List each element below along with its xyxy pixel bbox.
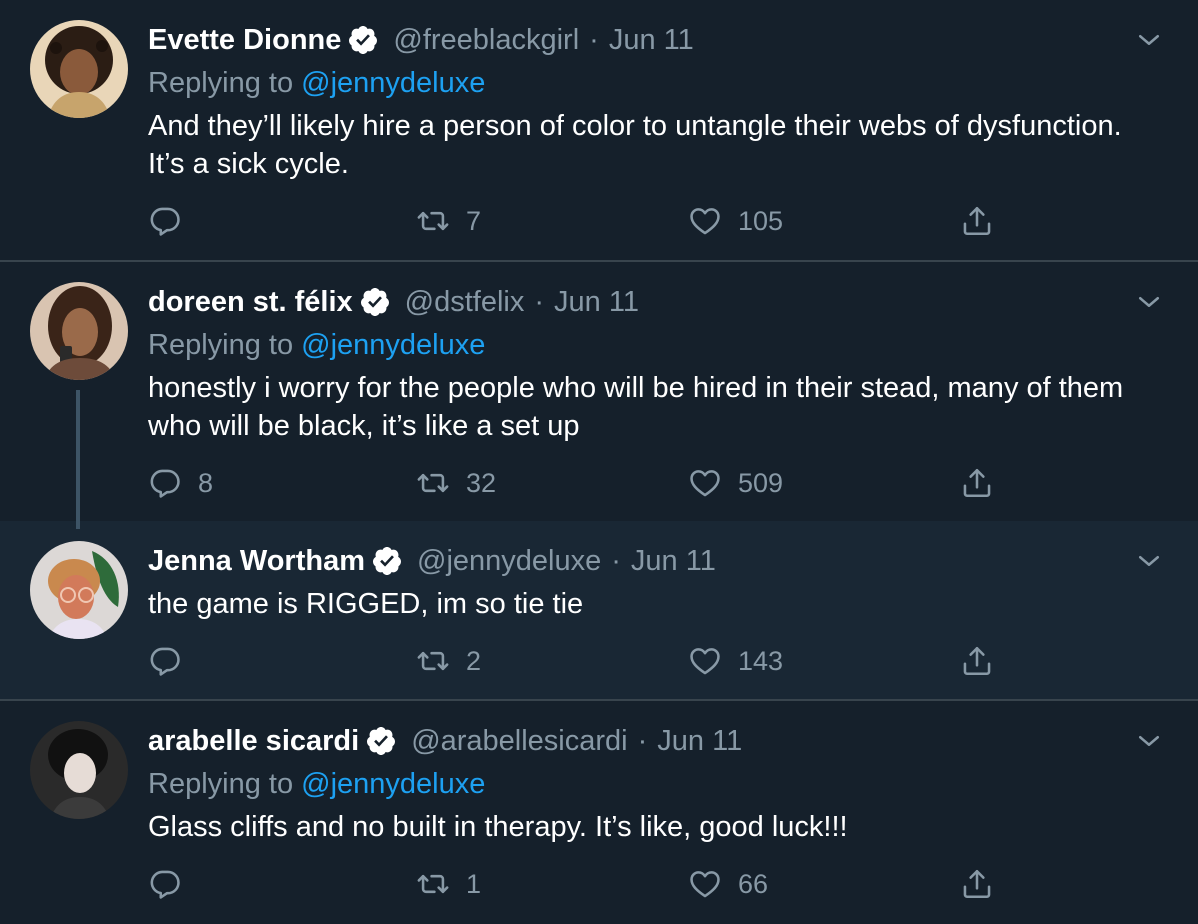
like-count: 509 (738, 467, 784, 498)
tweet-actions: 8 32 509 (148, 463, 1008, 503)
reply-icon (148, 466, 182, 500)
author-name[interactable]: doreen st. félix (148, 282, 353, 322)
tweet-date[interactable]: Jun 11 (554, 282, 639, 322)
mention-link[interactable]: @jennydeluxe (301, 329, 485, 361)
like-button[interactable]: 105 (688, 201, 783, 241)
avatar[interactable] (30, 721, 128, 819)
separator: · (534, 286, 545, 318)
share-button[interactable] (960, 201, 994, 241)
reply-button[interactable] (148, 201, 198, 241)
retweet-icon (416, 644, 450, 678)
share-icon (960, 466, 994, 500)
mention-link[interactable]: @jennydeluxe (301, 768, 485, 800)
avatar[interactable] (30, 541, 128, 639)
verified-badge-icon (359, 286, 391, 318)
author-handle[interactable]: @jennydeluxe (417, 541, 601, 581)
share-button[interactable] (960, 641, 994, 681)
tweet-text: Glass cliffs and no built in therapy. It… (148, 811, 848, 843)
replying-to: Replying to @jennydeluxe (148, 325, 485, 365)
share-icon (960, 644, 994, 678)
tweet-header: arabelle sicardi @arabellesicardi · Jun … (148, 721, 742, 761)
retweet-count: 32 (466, 467, 497, 498)
tweet[interactable]: Evette Dionne @freeblackgirl · Jun 11 Re… (0, 0, 1198, 260)
retweet-button[interactable]: 32 (416, 463, 496, 503)
author-handle[interactable]: @dstfelix (405, 282, 525, 322)
retweet-button[interactable]: 1 (416, 864, 481, 904)
tweet-text: And they’ll likely hire a person of colo… (148, 110, 1122, 180)
author-name[interactable]: Evette Dionne (148, 20, 341, 60)
like-count: 66 (738, 868, 769, 899)
tweet-actions: 1 66 (148, 864, 1008, 904)
replying-to-label: Replying to (148, 67, 294, 99)
tweet[interactable]: doreen st. félix @dstfelix · Jun 11 Repl… (0, 262, 1198, 521)
separator: · (611, 545, 621, 577)
retweet-count: 7 (466, 205, 482, 236)
tweet-date[interactable]: Jun 11 (657, 721, 742, 761)
verified-badge-icon (371, 545, 403, 577)
avatar[interactable] (30, 20, 128, 118)
tweet[interactable]: arabelle sicardi @arabellesicardi · Jun … (0, 701, 1198, 924)
author-handle[interactable]: @freeblackgirl (393, 20, 579, 60)
like-button[interactable]: 509 (688, 463, 783, 503)
replying-to-label: Replying to (148, 329, 294, 361)
avatar[interactable] (30, 282, 128, 380)
retweet-button[interactable]: 7 (416, 201, 481, 241)
share-button[interactable] (960, 864, 994, 904)
author-name[interactable]: arabelle sicardi (148, 721, 359, 761)
like-count: 105 (738, 205, 784, 236)
author-handle[interactable]: @arabellesicardi (411, 721, 627, 761)
tweet-date[interactable]: Jun 11 (609, 20, 694, 60)
tweet-actions: 2 143 (148, 641, 1008, 681)
tweet-text: the game is RIGGED, im so tie tie (148, 588, 584, 620)
separator: · (589, 24, 599, 56)
heart-icon (688, 867, 722, 901)
tweet-date[interactable]: Jun 11 (631, 541, 716, 581)
chevron-down-icon[interactable] (1134, 726, 1164, 756)
tweet-header: Jenna Wortham @jennydeluxe · Jun 11 (148, 541, 716, 581)
like-button[interactable]: 66 (688, 864, 768, 904)
retweet-count: 1 (466, 868, 482, 899)
share-button[interactable] (960, 463, 994, 503)
verified-badge-icon (347, 24, 379, 56)
share-icon (960, 867, 994, 901)
verified-badge-icon (365, 725, 397, 757)
retweet-icon (416, 466, 450, 500)
reply-button[interactable] (148, 641, 198, 681)
retweet-icon (416, 204, 450, 238)
reply-icon (148, 204, 182, 238)
tweet-focused[interactable]: Jenna Wortham @jennydeluxe · Jun 11 the … (0, 521, 1198, 699)
chevron-down-icon[interactable] (1134, 25, 1164, 55)
tweet-header: Evette Dionne @freeblackgirl · Jun 11 (148, 20, 694, 60)
replying-to-label: Replying to (148, 768, 294, 800)
heart-icon (688, 204, 722, 238)
share-icon (960, 204, 994, 238)
tweet-actions: 7 105 (148, 201, 1008, 241)
heart-icon (688, 644, 722, 678)
like-button[interactable]: 143 (688, 641, 783, 681)
heart-icon (688, 466, 722, 500)
reply-icon (148, 867, 182, 901)
reply-button[interactable] (148, 864, 198, 904)
replying-to: Replying to @jennydeluxe (148, 764, 485, 804)
tweet-text: honestly i worry for the people who will… (148, 372, 1124, 442)
retweet-icon (416, 867, 450, 901)
thread-line (76, 390, 80, 521)
like-count: 143 (738, 645, 784, 676)
tweet-header: doreen st. félix @dstfelix · Jun 11 (148, 282, 639, 322)
retweet-button[interactable]: 2 (416, 641, 481, 681)
reply-button[interactable]: 8 (148, 463, 213, 503)
chevron-down-icon[interactable] (1134, 546, 1164, 576)
reply-count: 8 (198, 467, 214, 498)
replying-to: Replying to @jennydeluxe (148, 63, 485, 103)
separator: · (637, 725, 648, 757)
author-name[interactable]: Jenna Wortham (148, 541, 365, 581)
thread-line (76, 521, 80, 529)
retweet-count: 2 (466, 645, 482, 676)
reply-icon (148, 644, 182, 678)
chevron-down-icon[interactable] (1134, 287, 1164, 317)
mention-link[interactable]: @jennydeluxe (301, 67, 485, 99)
